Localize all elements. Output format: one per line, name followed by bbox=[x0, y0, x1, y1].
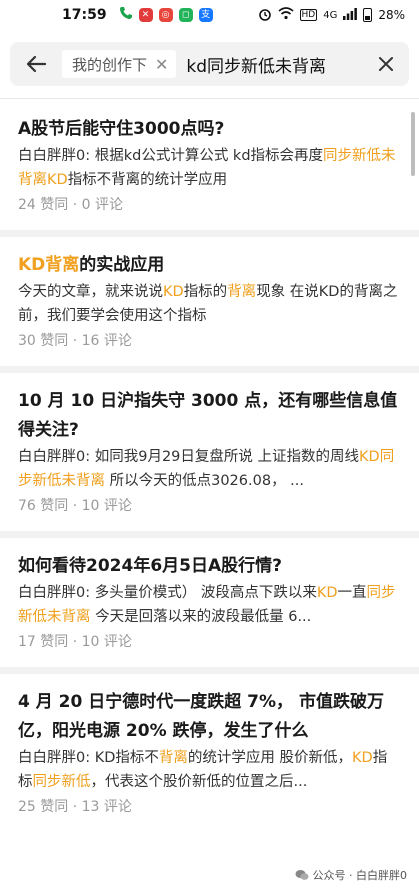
back-arrow-icon bbox=[26, 55, 47, 73]
search-scope-label: 我的创作下 bbox=[72, 55, 148, 74]
text-segment: 4 月 20 日宁德时代一度跌超 7%， 市值跌破万亿，阳光电源 20% 跌停，… bbox=[18, 692, 384, 741]
search-input[interactable]: kd同步新低未背离 bbox=[186, 52, 363, 77]
text-segment: 所以今天的低点3026.08， ... bbox=[105, 473, 305, 489]
search-scope-chip[interactable]: 我的创作下 ✕ bbox=[62, 50, 177, 78]
result-title[interactable]: 10 月 10 日沪指失守 3000 点，还有哪些信息值得关注? bbox=[18, 387, 401, 445]
text-segment: 白白胖胖0: 根据kd公式计算公式 kd指标会再度 bbox=[18, 148, 324, 164]
text-segment: 的统计学应用 股价新低， bbox=[187, 750, 353, 766]
highlight-keyword: 同步新低 bbox=[32, 774, 91, 790]
result-title[interactable]: 如何看待2024年6月5日A股行情? bbox=[18, 552, 401, 581]
highlight-keyword: 背离 bbox=[227, 284, 257, 300]
list-separator bbox=[0, 667, 419, 674]
network-icon: 4G bbox=[323, 9, 338, 21]
highlight-keyword: 背离 bbox=[158, 750, 188, 766]
result-snippet: 白白胖胖0: 如同我9月29日复盘所说 上证指数的周线KD同步新低未背离 所以今… bbox=[18, 445, 401, 493]
status-bar: 17:59 ✕ ◎ ◻ 支 HD 4G 28% bbox=[0, 0, 419, 30]
result-item[interactable]: KD背离的实战应用 今天的文章，就来说说KD指标的背离现象 在说KD的背离之前，… bbox=[0, 251, 419, 352]
search-bar: 我的创作下 ✕ kd同步新低未背离 bbox=[10, 42, 409, 86]
highlight-keyword: KD背离 bbox=[18, 255, 80, 275]
app-notification-icon: ✕ bbox=[138, 8, 153, 22]
text-segment: ，代表这个股价新低的位置之后... bbox=[90, 774, 308, 790]
status-right: HD 4G 28% bbox=[258, 7, 405, 24]
result-meta: 76 赞同 · 10 评论 bbox=[18, 498, 132, 514]
result-snippet: 今天的文章，就来说说KD指标的背离现象 在说KD的背离之前，我们要学会使用这个指… bbox=[18, 280, 401, 328]
list-separator bbox=[0, 230, 419, 237]
hd-icon: HD bbox=[299, 9, 318, 21]
text-segment: 白白胖胖0: 多头量价模式） 波段高点下跌以来 bbox=[18, 585, 317, 601]
remove-scope-icon[interactable]: ✕ bbox=[155, 55, 168, 74]
scrollbar-thumb[interactable] bbox=[411, 112, 415, 176]
close-icon bbox=[379, 57, 393, 71]
result-item[interactable]: 4 月 20 日宁德时代一度跌超 7%， 市值跌破万亿，阳光电源 20% 跌停，… bbox=[0, 688, 419, 818]
alarm-icon bbox=[258, 7, 272, 24]
text-segment: 白白胖胖0: KD指标不 bbox=[18, 750, 159, 766]
result-item[interactable]: 如何看待2024年6月5日A股行情? 白白胖胖0: 多头量价模式） 波段高点下跌… bbox=[0, 552, 419, 653]
list-separator bbox=[0, 366, 419, 373]
result-item[interactable]: 10 月 10 日沪指失守 3000 点，还有哪些信息值得关注? 白白胖胖0: … bbox=[0, 387, 419, 517]
watermark-text: 公众号 · 白白胖胖0 bbox=[312, 869, 408, 882]
app-notification-icon-2: ◎ bbox=[158, 8, 173, 22]
list-separator bbox=[0, 100, 419, 115]
wifi-icon bbox=[277, 7, 294, 23]
result-snippet: 白白胖胖0: 多头量价模式） 波段高点下跌以来KD一直同步新低未背离 今天是回落… bbox=[18, 581, 401, 629]
wechat-official-account-icon bbox=[295, 870, 308, 880]
result-meta: 25 赞同 · 13 评论 bbox=[18, 799, 132, 815]
text-segment: 白白胖胖0: 如同我9月29日复盘所说 上证指数的周线 bbox=[18, 449, 360, 465]
result-meta: 24 赞同 · 0 评论 bbox=[18, 197, 123, 213]
text-segment: 今天的文章，就来说说 bbox=[18, 284, 163, 300]
text-segment: 10 月 10 日沪指失守 3000 点，还有哪些信息值得关注? bbox=[18, 391, 398, 440]
result-snippet: 白白胖胖0: 根据kd公式计算公式 kd指标会再度同步新低未背离KD指标不背离的… bbox=[18, 144, 401, 192]
text-segment: 今天是回落以来的波段最低量 6... bbox=[90, 609, 312, 625]
alipay-icon: 支 bbox=[198, 8, 213, 22]
result-title[interactable]: 4 月 20 日宁德时代一度跌超 7%， 市值跌破万亿，阳光电源 20% 跌停，… bbox=[18, 688, 401, 746]
list-separator bbox=[0, 531, 419, 538]
watermark: 公众号 · 白白胖胖0 bbox=[295, 867, 408, 883]
result-meta: 30 赞同 · 16 评论 bbox=[18, 333, 132, 349]
highlight-keyword: KD bbox=[163, 284, 184, 300]
signal-icon bbox=[343, 7, 358, 23]
text-segment: 如何看待2024年6月5日A股行情? bbox=[18, 556, 282, 576]
search-results-list: A股节后能守住3000点吗? 白白胖胖0: 根据kd公式计算公式 kd指标会再度… bbox=[0, 100, 419, 818]
battery-level: 28% bbox=[378, 8, 405, 22]
phone-icon bbox=[119, 6, 133, 24]
text-segment: A股节后能守住3000点吗? bbox=[18, 119, 225, 139]
text-segment: 一直 bbox=[337, 585, 367, 601]
header-divider bbox=[0, 98, 419, 99]
text-segment: 指标不背离的统计学应用 bbox=[67, 172, 228, 188]
highlight-keyword: KD bbox=[316, 585, 338, 601]
clear-search-button[interactable] bbox=[363, 42, 409, 86]
status-time: 17:59 bbox=[62, 7, 107, 23]
result-snippet: 白白胖胖0: KD指标不背离的统计学应用 股价新低，KD指标同步新低，代表这个股… bbox=[18, 746, 401, 794]
highlight-keyword: KD bbox=[352, 750, 373, 766]
status-left: 17:59 ✕ ◎ ◻ 支 bbox=[62, 6, 213, 24]
result-title[interactable]: KD背离的实战应用 bbox=[18, 251, 401, 280]
battery-icon bbox=[363, 8, 373, 22]
result-meta: 17 赞同 · 10 评论 bbox=[18, 634, 132, 650]
result-title[interactable]: A股节后能守住3000点吗? bbox=[18, 115, 401, 144]
wechat-icon: ◻ bbox=[178, 8, 193, 22]
back-button[interactable] bbox=[10, 42, 62, 86]
result-item[interactable]: A股节后能守住3000点吗? 白白胖胖0: 根据kd公式计算公式 kd指标会再度… bbox=[0, 115, 419, 216]
text-segment: 指标的 bbox=[183, 284, 228, 300]
text-segment: 的实战应用 bbox=[79, 255, 165, 275]
